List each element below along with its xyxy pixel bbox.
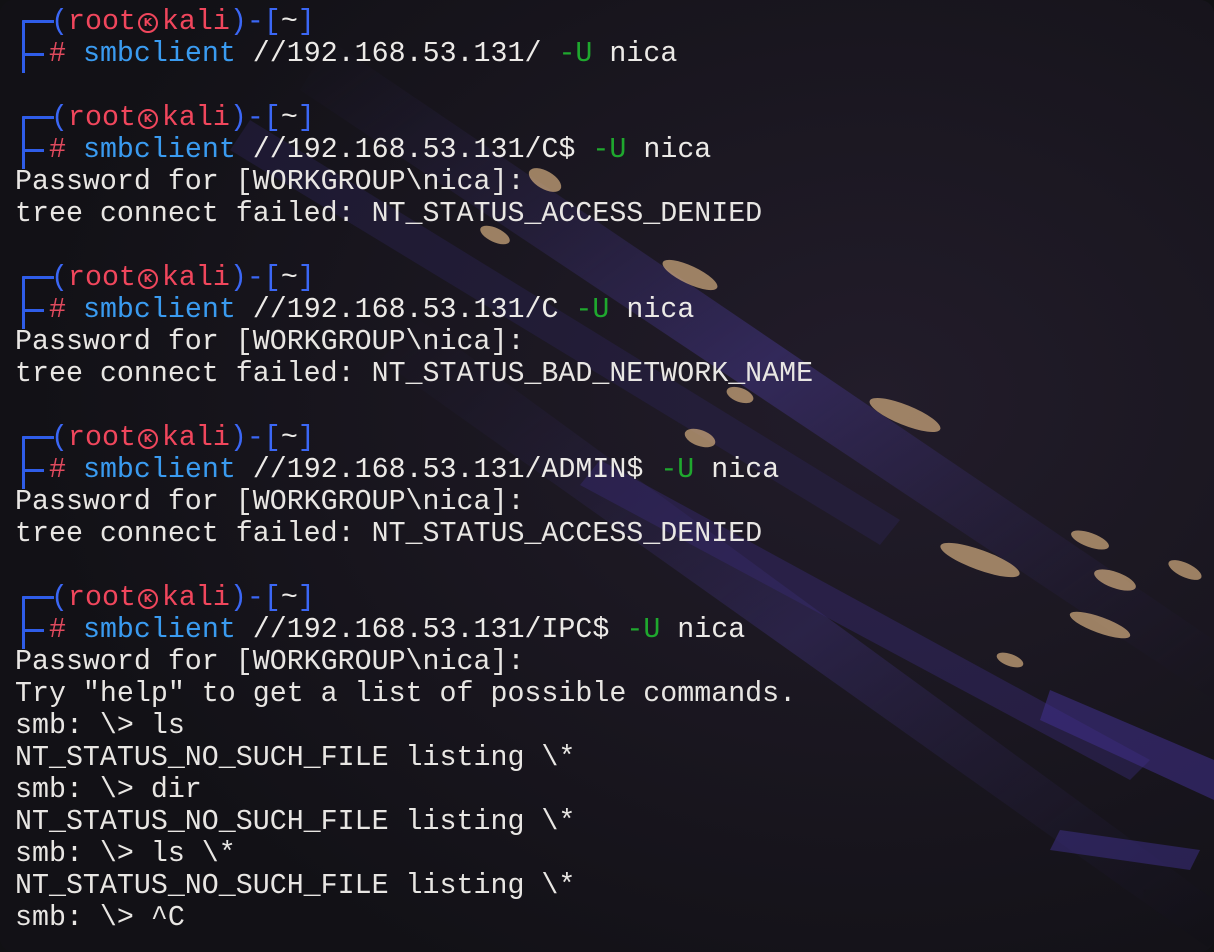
terminal-output: (root Kkali)-[~] # smbclient //192.168.53… xyxy=(0,0,1214,934)
prompt-frame xyxy=(15,582,54,649)
command-line: # smbclient //192.168.53.131/C -U nica xyxy=(15,294,1214,326)
command-arg: nica xyxy=(660,614,746,646)
prompt-frame-tail xyxy=(15,294,49,326)
prompt-hash: # xyxy=(49,614,66,646)
output-line: Password for [WORKGROUP\nica]: xyxy=(15,486,525,518)
prompt-frame-tail xyxy=(15,134,49,166)
command-name: smbclient xyxy=(82,38,236,70)
prompt-dir: ~ xyxy=(280,422,298,454)
command-target: //192.168.53.131/ADMIN$ xyxy=(235,454,661,486)
command-name: smbclient xyxy=(82,134,236,166)
prompt-header: (root Kkali)-[~] xyxy=(15,102,1214,169)
kali-skull-icon: K xyxy=(137,13,158,33)
prompt-hash: # xyxy=(49,294,66,326)
prompt-host: kali xyxy=(161,422,230,454)
kali-skull-icon: K xyxy=(137,109,158,129)
command-arg: nica xyxy=(626,134,712,166)
command-line: # smbclient //192.168.53.131/ -U nica xyxy=(15,38,1214,70)
prompt-host: kali xyxy=(161,582,230,614)
command-target: //192.168.53.131/C$ xyxy=(235,134,593,166)
command-line: # smbclient //192.168.53.131/C$ -U nica xyxy=(15,134,1214,166)
prompt-frame xyxy=(15,422,54,489)
prompt-user: root xyxy=(67,262,136,294)
prompt-hash: # xyxy=(49,454,66,486)
kali-skull-icon: K xyxy=(137,589,158,609)
command-target: //192.168.53.131/ xyxy=(235,38,559,70)
prompt-dir: ~ xyxy=(280,582,298,614)
smb-prompt-line: smb: \> ls \* xyxy=(15,838,236,870)
output-line: Password for [WORKGROUP\nica]: xyxy=(15,166,525,198)
command-name: smbclient xyxy=(82,614,236,646)
command-target: //192.168.53.131/C xyxy=(235,294,576,326)
output-line: tree connect failed: NT_STATUS_ACCESS_DE… xyxy=(15,198,763,230)
prompt-host: kali xyxy=(161,262,230,294)
prompt-hash: # xyxy=(49,134,66,166)
terminal-window[interactable]: (root Kkali)-[~] # smbclient //192.168.53… xyxy=(0,0,1214,952)
prompt-hash: # xyxy=(49,38,66,70)
prompt-header: (root Kkali)-[~] xyxy=(15,6,1214,73)
prompt-header: (root Kkali)-[~] xyxy=(15,262,1214,329)
command-flag: -U xyxy=(626,614,661,646)
prompt-dir: ~ xyxy=(280,262,298,294)
command-line: # smbclient //192.168.53.131/IPC$ -U nic… xyxy=(15,614,1214,646)
prompt-user: root xyxy=(67,102,136,134)
prompt-dir: ~ xyxy=(280,6,298,38)
command-arg: nica xyxy=(694,454,780,486)
kali-skull-icon: K xyxy=(137,269,158,289)
output-line: NT_STATUS_NO_SUCH_FILE listing \* xyxy=(15,806,576,838)
prompt-frame xyxy=(15,102,54,169)
command-flag: -U xyxy=(558,38,593,70)
command-flag: -U xyxy=(660,454,695,486)
command-flag: -U xyxy=(575,294,610,326)
output-line: Password for [WORKGROUP\nica]: xyxy=(15,646,525,678)
prompt-user: root xyxy=(67,422,136,454)
prompt-dir: ~ xyxy=(280,102,298,134)
output-line: tree connect failed: NT_STATUS_BAD_NETWO… xyxy=(15,358,814,390)
prompt-header: (root Kkali)-[~] xyxy=(15,422,1214,489)
command-arg: nica xyxy=(592,38,678,70)
command-name: smbclient xyxy=(82,454,236,486)
command-line: # smbclient //192.168.53.131/ADMIN$ -U n… xyxy=(15,454,1214,486)
prompt-user: root xyxy=(67,582,136,614)
prompt-frame xyxy=(15,262,54,329)
prompt-header: (root Kkali)-[~] xyxy=(15,582,1214,649)
output-line: NT_STATUS_NO_SUCH_FILE listing \* xyxy=(15,870,576,902)
prompt-host: kali xyxy=(161,6,230,38)
command-arg: nica xyxy=(609,294,695,326)
output-line: tree connect failed: NT_STATUS_ACCESS_DE… xyxy=(15,518,763,550)
output-line: NT_STATUS_NO_SUCH_FILE listing \* xyxy=(15,742,576,774)
command-name: smbclient xyxy=(82,294,236,326)
command-target: //192.168.53.131/IPC$ xyxy=(235,614,627,646)
prompt-user: root xyxy=(67,6,136,38)
prompt-frame xyxy=(15,6,54,73)
smb-prompt-line[interactable]: smb: \> ^C xyxy=(15,902,1214,934)
prompt-frame-tail xyxy=(15,38,49,70)
smb-prompt-line: smb: \> dir xyxy=(15,774,202,806)
prompt-host: kali xyxy=(161,102,230,134)
prompt-frame-tail xyxy=(15,454,49,486)
smb-prompt-line: smb: \> ls xyxy=(15,710,185,742)
output-line: Password for [WORKGROUP\nica]: xyxy=(15,326,525,358)
output-line: Try "help" to get a list of possible com… xyxy=(15,678,797,710)
prompt-frame-tail xyxy=(15,614,49,646)
command-flag: -U xyxy=(592,134,627,166)
kali-skull-icon: K xyxy=(137,429,158,449)
